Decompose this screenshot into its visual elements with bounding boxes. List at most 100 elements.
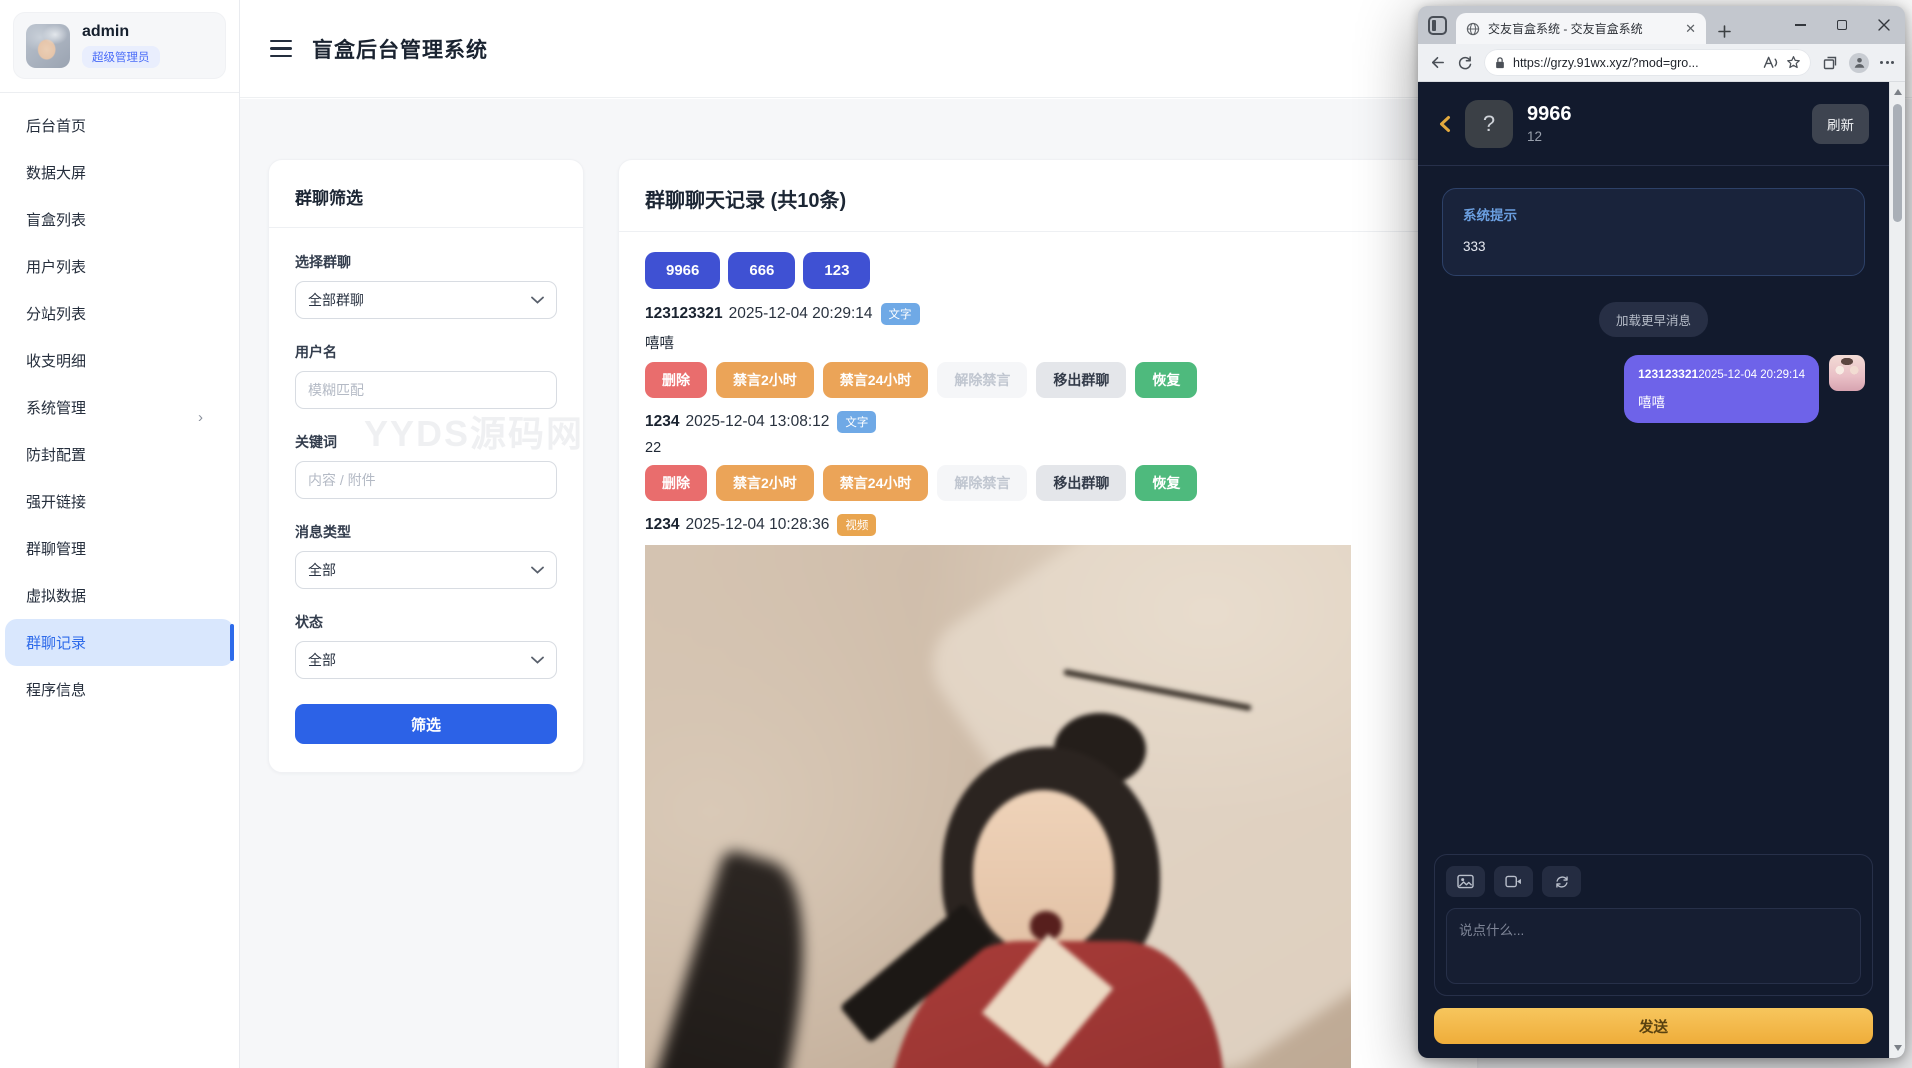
lock-icon <box>1494 56 1506 70</box>
sidebar-item-box-list[interactable]: 盲盒列表 <box>0 196 239 243</box>
sidebar-item-program-info[interactable]: 程序信息 <box>0 666 239 713</box>
record-message: 22 <box>645 440 1451 456</box>
address-bar[interactable]: https://grzy.91wx.xyz/?mod=gro... <box>1484 49 1811 76</box>
image-icon <box>1457 874 1474 889</box>
remove-from-group-button[interactable]: 移出群聊 <box>1036 362 1126 398</box>
window-controls <box>1779 6 1905 44</box>
chat-refresh-button[interactable]: 刷新 <box>1812 104 1869 144</box>
scrollbar-thumb[interactable] <box>1893 104 1902 222</box>
browser-menu-icon[interactable] <box>1880 61 1894 64</box>
message-user: 123123321 <box>1638 367 1698 381</box>
sidebar-item-force-link[interactable]: 强开链接 <box>0 478 239 525</box>
back-chevron-icon[interactable] <box>1438 115 1451 133</box>
message-type-label: 消息类型 <box>295 522 557 542</box>
filter-panel-title: 群聊筛选 <box>269 160 583 227</box>
sidebar-item-user-list[interactable]: 用户列表 <box>0 243 239 290</box>
sidebar-item-group-records[interactable]: 群聊记录 <box>5 619 234 666</box>
profile-icon[interactable] <box>1849 53 1869 73</box>
sidebar-item-data-screen[interactable]: 数据大屏 <box>0 149 239 196</box>
load-earlier-button[interactable]: 加载更早消息 <box>1599 302 1708 337</box>
delete-button[interactable]: 删除 <box>645 465 707 501</box>
record-time: 2025-12-04 10:28:36 <box>685 516 829 534</box>
group-button-123[interactable]: 123 <box>803 252 870 289</box>
sidebar-item-antiblock[interactable]: 防封配置 <box>0 431 239 478</box>
keyword-input[interactable] <box>295 461 557 499</box>
group-select[interactable]: 全部群聊 <box>295 281 557 319</box>
chat-message-list: 系统提示 333 加载更早消息 1231233212025-12-04 20:2… <box>1418 166 1889 854</box>
new-tab-button[interactable] <box>1718 25 1731 38</box>
remove-from-group-button[interactable]: 移出群聊 <box>1036 465 1126 501</box>
sidebar-item-virtual-data[interactable]: 虚拟数据 <box>0 572 239 619</box>
scroll-down-arrow-icon[interactable] <box>1894 1045 1902 1051</box>
record-actions: 删除 禁言2小时 禁言24小时 解除禁言 移出群聊 恢复 <box>645 465 1451 501</box>
scrollbar[interactable] <box>1889 82 1905 1058</box>
record-actions: 删除 禁言2小时 禁言24小时 解除禁言 移出群聊 恢复 <box>645 362 1451 398</box>
sync-messages-button[interactable] <box>1542 866 1581 897</box>
sidebar-item-dashboard[interactable]: 后台首页 <box>0 102 239 149</box>
record-time: 2025-12-04 20:29:14 <box>729 305 873 323</box>
chat-group-subtitle: 12 <box>1527 129 1572 144</box>
group-buttons: 9966 666 123 <box>645 252 1451 289</box>
tab-actions-icon[interactable] <box>1428 16 1447 35</box>
maximize-button[interactable] <box>1821 6 1863 44</box>
message-text: 嘻嘻 <box>1638 391 1805 411</box>
chat-message-input[interactable] <box>1446 908 1861 984</box>
read-aloud-icon[interactable] <box>1762 55 1779 70</box>
status-select[interactable]: 全部 <box>295 641 557 679</box>
close-button[interactable] <box>1863 6 1905 44</box>
chevron-down-icon <box>531 656 544 664</box>
sync-icon <box>1554 874 1570 890</box>
sidebar-item-finance[interactable]: 收支明细 <box>0 337 239 384</box>
chevron-down-icon <box>531 296 544 304</box>
video-camera-icon <box>1505 875 1522 888</box>
group-button-9966[interactable]: 9966 <box>645 252 720 289</box>
chevron-right-icon: › <box>198 410 203 425</box>
browser-window: 交友盲盒系统 - 交友盲盒系统 ✕ ht <box>1418 6 1905 1058</box>
chat-record: 123123321 2025-12-04 20:29:14 文字 嘻嘻 删除 禁… <box>645 303 1451 398</box>
record-time: 2025-12-04 13:08:12 <box>685 413 829 431</box>
unmute-button[interactable]: 解除禁言 <box>937 362 1027 398</box>
restore-button[interactable]: 恢复 <box>1135 465 1197 501</box>
sidebar: admin 超级管理员 后台首页 数据大屏 盲盒列表 用户列表 分站列表 收支明… <box>0 0 240 1068</box>
mute-24h-button[interactable]: 禁言24小时 <box>823 465 929 501</box>
mute-2h-button[interactable]: 禁言2小时 <box>716 465 814 501</box>
send-button[interactable]: 发送 <box>1434 1008 1873 1044</box>
system-notice-title: 系统提示 <box>1463 204 1844 224</box>
browser-toolbar: https://grzy.91wx.xyz/?mod=gro... <box>1418 44 1905 82</box>
filter-submit-button[interactable]: 筛选 <box>295 704 557 744</box>
back-icon[interactable] <box>1429 54 1446 71</box>
hamburger-menu-icon[interactable] <box>270 40 292 58</box>
sidebar-item-group-manage[interactable]: 群聊管理 <box>0 525 239 572</box>
group-avatar: ? <box>1465 100 1513 148</box>
browser-tab[interactable]: 交友盲盒系统 - 交友盲盒系统 ✕ <box>1456 13 1706 44</box>
minimize-button[interactable] <box>1779 6 1821 44</box>
favorite-star-icon[interactable] <box>1786 55 1801 70</box>
message-type-select[interactable]: 全部 <box>295 551 557 589</box>
scroll-up-arrow-icon[interactable] <box>1894 89 1902 95</box>
filter-panel: 群聊筛选 选择群聊 全部群聊 用户名 关键词 消息类型 全部 状态 <box>268 159 584 773</box>
send-video-button[interactable] <box>1494 866 1533 897</box>
sidebar-item-site-list[interactable]: 分站列表 <box>0 290 239 337</box>
sidebar-menu: 后台首页 数据大屏 盲盒列表 用户列表 分站列表 收支明细 系统管理 › 防封配… <box>0 93 239 722</box>
chat-app: ? 9966 12 刷新 系统提示 333 加载更早消息 <box>1418 82 1905 1058</box>
tab-close-icon[interactable]: ✕ <box>1685 22 1696 35</box>
restore-button[interactable]: 恢复 <box>1135 362 1197 398</box>
username-input[interactable] <box>295 371 557 409</box>
sidebar-item-system[interactable]: 系统管理 › <box>0 384 239 431</box>
system-notice: 系统提示 333 <box>1442 188 1865 276</box>
record-type-badge: 视频 <box>837 514 876 536</box>
video-attachment[interactable] <box>645 545 1351 1068</box>
page-title: 盲盒后台管理系统 <box>312 34 488 64</box>
delete-button[interactable]: 删除 <box>645 362 707 398</box>
status-label: 状态 <box>295 612 557 632</box>
chat-record: 1234 2025-12-04 13:08:12 文字 22 删除 禁言2小时 … <box>645 411 1451 501</box>
send-image-button[interactable] <box>1446 866 1485 897</box>
mute-24h-button[interactable]: 禁言24小时 <box>823 362 929 398</box>
user-role-badge: 超级管理员 <box>82 46 160 68</box>
unmute-button[interactable]: 解除禁言 <box>937 465 1027 501</box>
username-label: 用户名 <box>295 342 557 362</box>
mute-2h-button[interactable]: 禁言2小时 <box>716 362 814 398</box>
collections-icon[interactable] <box>1822 55 1838 71</box>
refresh-icon[interactable] <box>1457 55 1473 71</box>
group-button-666[interactable]: 666 <box>728 252 795 289</box>
